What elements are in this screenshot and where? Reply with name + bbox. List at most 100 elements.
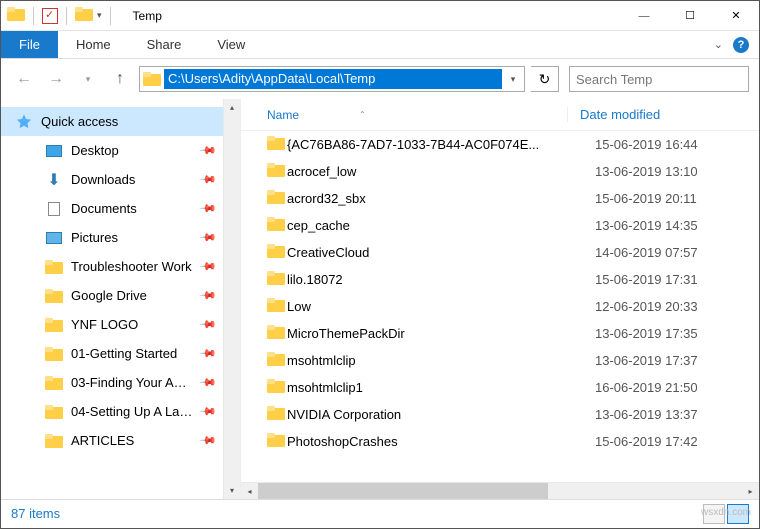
window-controls: — ☐ ✕ <box>621 1 759 31</box>
quick-access-node[interactable]: Quick access <box>1 107 223 136</box>
column-headers: Name ⌃ Date modified <box>241 99 759 131</box>
address-field[interactable]: C:\Users\Adity\AppData\Local\Temp ▾ <box>139 66 525 92</box>
folder-icon <box>267 325 287 342</box>
file-row[interactable]: {AC76BA86-7AD7-1033-7B44-AC0F074E...15-0… <box>241 131 759 158</box>
file-row[interactable]: NVIDIA Corporation13-06-2019 13:37 <box>241 401 759 428</box>
file-name: Low <box>287 299 583 314</box>
file-name: CreativeCloud <box>287 245 583 260</box>
folder-icon <box>45 404 63 420</box>
horizontal-scrollbar[interactable]: ◂ ▸ <box>241 482 759 499</box>
pin-icon: 📌 <box>199 199 218 218</box>
folder-icon <box>267 379 287 396</box>
separator <box>110 7 111 25</box>
file-name: lilo.18072 <box>287 272 583 287</box>
pin-icon: 📌 <box>199 402 218 421</box>
sidebar-item-label: 01-Getting Started <box>71 346 193 361</box>
pin-icon: 📌 <box>199 228 218 247</box>
nav-scrollbar[interactable]: ▴ ▾ <box>223 99 240 499</box>
search-box[interactable]: Search Temp <box>569 66 749 92</box>
address-dropdown-icon[interactable]: ▾ <box>502 74 524 85</box>
file-row[interactable]: MicroThemePackDir13-06-2019 17:35 <box>241 320 759 347</box>
sidebar-item[interactable]: Google Drive📌 <box>1 281 223 310</box>
file-date: 14-06-2019 07:57 <box>583 245 698 260</box>
folder-icon <box>267 406 287 423</box>
file-row[interactable]: cep_cache13-06-2019 14:35 <box>241 212 759 239</box>
sidebar-item-label: Google Drive <box>71 288 193 303</box>
file-date: 15-06-2019 17:31 <box>583 272 698 287</box>
item-count: 87 items <box>11 506 60 521</box>
tab-view[interactable]: View <box>199 31 263 58</box>
sidebar-item-desktop[interactable]: Desktop📌 <box>1 136 223 165</box>
sidebar-item-documents[interactable]: Documents 📌 <box>1 194 223 223</box>
file-row[interactable]: acrocef_low13-06-2019 13:10 <box>241 158 759 185</box>
search-placeholder: Search Temp <box>576 72 652 87</box>
close-button[interactable]: ✕ <box>713 1 759 31</box>
pin-icon: 📌 <box>199 257 218 276</box>
scroll-down-icon[interactable]: ▾ <box>224 482 240 499</box>
tab-home[interactable]: Home <box>58 31 129 58</box>
folder-icon <box>267 352 287 369</box>
file-date: 12-06-2019 20:33 <box>583 299 698 314</box>
file-name: acrord32_sbx <box>287 191 583 206</box>
folder-icon <box>45 259 63 275</box>
file-date: 16-06-2019 21:50 <box>583 380 698 395</box>
file-row[interactable]: msohtmlclip13-06-2019 17:37 <box>241 347 759 374</box>
maximize-button[interactable]: ☐ <box>667 1 713 31</box>
help-icon[interactable]: ? <box>733 37 749 53</box>
sidebar-item-downloads[interactable]: ⬇Downloads📌 <box>1 165 223 194</box>
forward-button[interactable]: → <box>43 66 69 92</box>
folder-icon <box>267 190 287 207</box>
sidebar-item-label: Desktop <box>71 143 193 158</box>
sidebar-item-label: 04-Setting Up A Landing <box>71 404 193 419</box>
sidebar-item-label: YNF LOGO <box>71 317 193 332</box>
sidebar-item[interactable]: ARTICLES📌 <box>1 426 223 455</box>
scroll-track[interactable] <box>258 483 742 499</box>
refresh-button[interactable]: ↻ <box>531 66 559 92</box>
file-row[interactable]: CreativeCloud14-06-2019 07:57 <box>241 239 759 266</box>
sidebar-item-label: Documents <box>71 201 193 216</box>
file-date: 13-06-2019 17:35 <box>583 326 698 341</box>
sidebar-item[interactable]: Troubleshooter Work📌 <box>1 252 223 281</box>
scroll-track[interactable] <box>224 116 240 482</box>
file-row[interactable]: lilo.1807215-06-2019 17:31 <box>241 266 759 293</box>
history-dropdown[interactable]: ▾ <box>75 66 101 92</box>
file-row[interactable]: PhotoshopCrashes15-06-2019 17:42 <box>241 428 759 455</box>
up-button[interactable]: ↑ <box>107 66 133 92</box>
pin-icon: 📌 <box>199 431 218 450</box>
file-row[interactable]: msohtmlclip116-06-2019 21:50 <box>241 374 759 401</box>
folder-icon <box>45 317 63 333</box>
scroll-right-icon[interactable]: ▸ <box>742 483 759 499</box>
expand-ribbon-icon[interactable]: ⌄ <box>714 38 723 51</box>
address-path[interactable]: C:\Users\Adity\AppData\Local\Temp <box>164 69 502 89</box>
column-name[interactable]: Name ⌃ <box>267 108 567 122</box>
file-date: 13-06-2019 14:35 <box>583 218 698 233</box>
folder-icon <box>267 136 287 153</box>
column-date[interactable]: Date modified <box>567 107 660 122</box>
file-date: 13-06-2019 13:10 <box>583 164 698 179</box>
separator <box>33 7 34 25</box>
sidebar-item[interactable]: 03-Finding Your Ad Image📌 <box>1 368 223 397</box>
main-area: Quick access Desktop📌⬇Downloads📌Document… <box>1 99 759 499</box>
scroll-thumb[interactable] <box>258 483 548 499</box>
sidebar-item[interactable]: 04-Setting Up A Landing 📌 <box>1 397 223 426</box>
separator <box>66 7 67 25</box>
file-row[interactable]: Low12-06-2019 20:33 <box>241 293 759 320</box>
file-name: cep_cache <box>287 218 583 233</box>
scroll-up-icon[interactable]: ▴ <box>224 99 240 116</box>
file-name: NVIDIA Corporation <box>287 407 583 422</box>
tab-share[interactable]: Share <box>129 31 200 58</box>
sidebar-item[interactable]: 01-Getting Started📌 <box>1 339 223 368</box>
content-pane: Name ⌃ Date modified {AC76BA86-7AD7-1033… <box>241 99 759 499</box>
chevron-down-icon[interactable]: ▾ <box>97 10 102 21</box>
file-name: msohtmlclip1 <box>287 380 583 395</box>
back-button[interactable]: ← <box>11 66 37 92</box>
file-row[interactable]: acrord32_sbx15-06-2019 20:11 <box>241 185 759 212</box>
scroll-left-icon[interactable]: ◂ <box>241 483 258 499</box>
file-list[interactable]: {AC76BA86-7AD7-1033-7B44-AC0F074E...15-0… <box>241 131 759 482</box>
sidebar-item-pictures[interactable]: Pictures📌 <box>1 223 223 252</box>
file-tab[interactable]: File <box>1 31 58 58</box>
properties-icon[interactable] <box>42 8 58 24</box>
minimize-button[interactable]: — <box>621 1 667 31</box>
pictures-icon <box>45 230 63 246</box>
sidebar-item[interactable]: YNF LOGO📌 <box>1 310 223 339</box>
